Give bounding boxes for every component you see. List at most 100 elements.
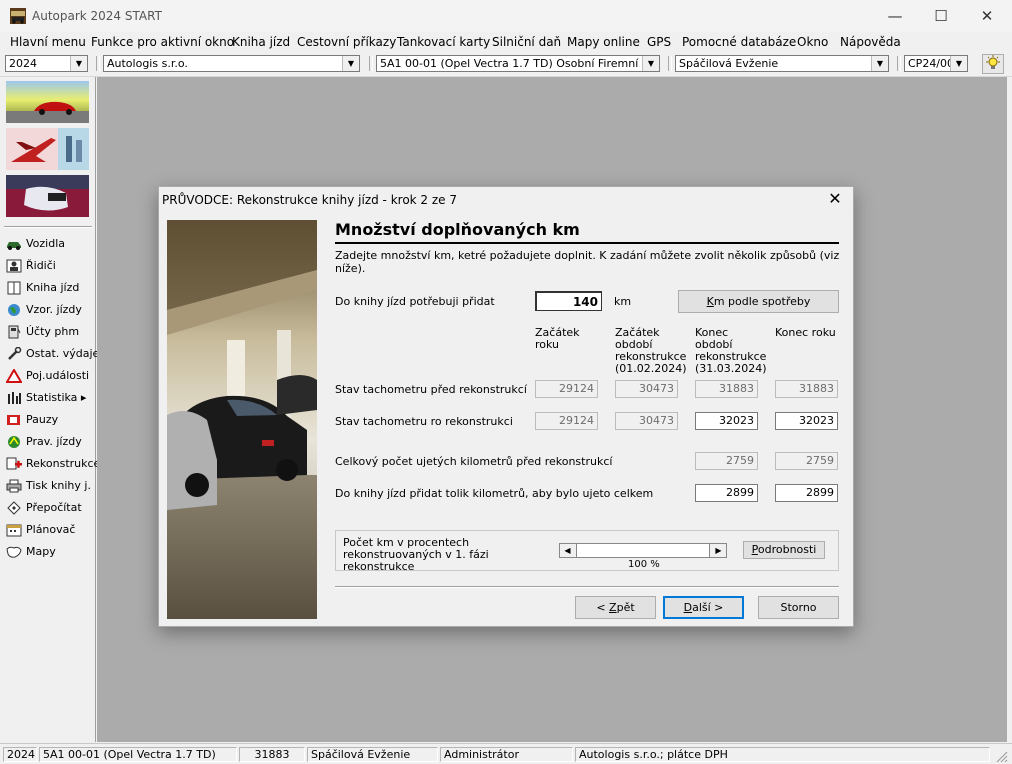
toolbar-grip[interactable] (96, 56, 100, 71)
nav-item-pauzy[interactable]: Pauzy (6, 411, 94, 429)
dialog-close-button[interactable]: ✕ (823, 189, 847, 209)
menu-gps[interactable]: GPS (647, 35, 671, 49)
nav-item-ucty-phm[interactable]: Účty phm (6, 323, 94, 341)
nav-item-ridici[interactable]: Řidiči (6, 257, 94, 275)
fuel-pump-image[interactable] (6, 175, 89, 217)
button-text: odrobnosti (757, 543, 817, 556)
button-text: m podle spotřeby (713, 295, 811, 308)
nav-item-prav-jizdy[interactable]: Prav. jízdy (6, 433, 94, 451)
slider-track[interactable] (576, 544, 710, 557)
dialog-title: PRŮVODCE: Rekonstrukce knihy jízd - krok… (162, 193, 458, 207)
button-accelerator: D (683, 601, 693, 614)
next-button[interactable]: Další > (663, 596, 744, 619)
menu-okno[interactable]: Okno (797, 35, 828, 49)
add-km-label: Do knihy jízd potřebuji přidat (335, 295, 495, 308)
scroll-right-arrow-icon[interactable]: ▶ (711, 544, 726, 557)
nav-item-ostat-vydaje[interactable]: Ostat. výdaje (6, 345, 99, 363)
step-intro-text: Zadejte množství km, ketré požadujete do… (335, 249, 840, 275)
order-select[interactable]: CP24/00 ▼ (904, 55, 968, 72)
maximize-button[interactable]: ☐ (918, 0, 964, 32)
status-user: Administrátor (440, 747, 573, 762)
button-text: < (596, 601, 610, 614)
nav-label: Mapy (26, 545, 56, 558)
button-accelerator: K (706, 295, 714, 308)
total-km-before-end-year: 2759 (775, 452, 838, 470)
company-select-value: Autologis s.r.o. (107, 57, 188, 70)
globe-icon (8, 304, 20, 316)
airplane-image[interactable] (6, 128, 89, 170)
tip-button[interactable] (982, 54, 1004, 74)
chevron-down-icon[interactable]: ▼ (642, 56, 659, 71)
odometer-before-end-year: 31883 (775, 380, 838, 398)
add-km-input[interactable]: 140 (535, 291, 602, 311)
status-odometer: 31883 (239, 747, 305, 762)
reconstruction-wizard-dialog: PRŮVODCE: Rekonstrukce knihy jízd - krok… (158, 186, 854, 627)
wrench-icon (8, 347, 22, 360)
scroll-left-arrow-icon[interactable]: ◀ (560, 544, 575, 557)
odometer-after-end-year-input[interactable]: 32023 (775, 412, 838, 430)
nav-item-statistika[interactable]: Statistika ▸ (6, 389, 94, 407)
nav-label: Kniha jízd (26, 281, 80, 294)
toolbar-grip[interactable] (668, 56, 672, 71)
window-title: Autopark 2024 START (32, 9, 162, 23)
nav-item-prepocitat[interactable]: Přepočítat (6, 499, 94, 517)
row-label-target-total-km: Do knihy jízd přidat tolik kilometrů, ab… (335, 487, 654, 500)
menu-kniha-jizd[interactable]: Kniha jízd (232, 35, 290, 49)
nav-item-mapy[interactable]: Mapy (6, 543, 94, 561)
target-total-km-period-end-input[interactable]: 2899 (695, 484, 758, 502)
driver-select[interactable]: Spáčilová Evženie ▼ (675, 55, 889, 72)
menu-mapy-online[interactable]: Mapy online (567, 35, 640, 49)
nav-label: Vzor. jízdy (26, 303, 82, 316)
nav-label: Plánovač (26, 523, 76, 536)
nav-item-poj-udalosti[interactable]: Poj.události (6, 367, 94, 385)
nav-item-vozidla[interactable]: Vozidla (6, 235, 94, 253)
odometer-after-period-end-input[interactable]: 32023 (695, 412, 758, 430)
recalculate-icon (7, 501, 21, 515)
menu-pomocne-databaze[interactable]: Pomocné databáze (682, 35, 796, 49)
vehicle-select[interactable]: 5A1 00-01 (Opel Vectra 1.7 TD) Osobní Fi… (376, 55, 660, 72)
chevron-down-icon[interactable]: ▼ (950, 56, 967, 71)
nav-item-vzor-jizdy[interactable]: Vzor. jízdy (6, 301, 94, 319)
percent-slider[interactable]: ◀ ▶ (559, 543, 727, 558)
chevron-down-icon[interactable]: ▼ (70, 56, 87, 71)
menu-cestovni-prikazy[interactable]: Cestovní příkazy (297, 35, 396, 49)
menu-hlavni-menu[interactable]: Hlavní menu (10, 35, 86, 49)
km-unit-label: km (614, 295, 632, 308)
toolbar-grip[interactable] (897, 56, 901, 71)
button-separator (335, 586, 839, 588)
reconstruction-icon (6, 457, 22, 470)
odometer-before-period-start: 30473 (615, 380, 678, 398)
printer-icon (6, 479, 22, 493)
menu-funkce[interactable]: Funkce pro aktivní okno (91, 35, 234, 49)
details-button[interactable]: Podrobnosti (743, 541, 825, 559)
resize-grip-icon[interactable] (994, 749, 1008, 763)
nav-item-planovac[interactable]: Plánovač (6, 521, 94, 539)
nav-divider (4, 226, 92, 228)
odometer-after-start-year: 29124 (535, 412, 598, 430)
company-select[interactable]: Autologis s.r.o. ▼ (103, 55, 360, 72)
back-button[interactable]: < Zpět (575, 596, 656, 619)
app-icon (10, 8, 26, 24)
target-total-km-end-year-input[interactable]: 2899 (775, 484, 838, 502)
menu-tankovaci-karty[interactable]: Tankovací karty (397, 35, 490, 49)
menu-napoveda[interactable]: Nápověda (840, 35, 901, 49)
nav-item-rekonstrukce[interactable]: Rekonstrukce (6, 455, 100, 473)
nav-item-tisk-knihy[interactable]: Tisk knihy j. (6, 477, 94, 495)
driver-icon (6, 259, 22, 273)
chevron-down-icon[interactable]: ▼ (871, 56, 888, 71)
cancel-button[interactable]: Storno (758, 596, 839, 619)
red-car-image[interactable] (6, 81, 89, 123)
step-heading: Množství doplňovaných km (335, 220, 580, 239)
toolbar-grip[interactable] (369, 56, 373, 71)
order-select-value: CP24/00 (908, 57, 955, 70)
menu-silnicni-dan[interactable]: Silniční daň (492, 35, 561, 49)
heading-underline (335, 242, 839, 244)
button-text: pět (616, 601, 635, 614)
nav-item-kniha-jizd[interactable]: Kniha jízd (6, 279, 94, 297)
percent-value: 100 % (628, 559, 660, 570)
year-select[interactable]: 2024 ▼ (5, 55, 88, 72)
minimize-button[interactable]: — (872, 0, 918, 32)
chevron-down-icon[interactable]: ▼ (342, 56, 359, 71)
km-by-consumption-button[interactable]: Km podle spotřeby (678, 290, 839, 313)
close-window-button[interactable]: ✕ (964, 0, 1010, 32)
